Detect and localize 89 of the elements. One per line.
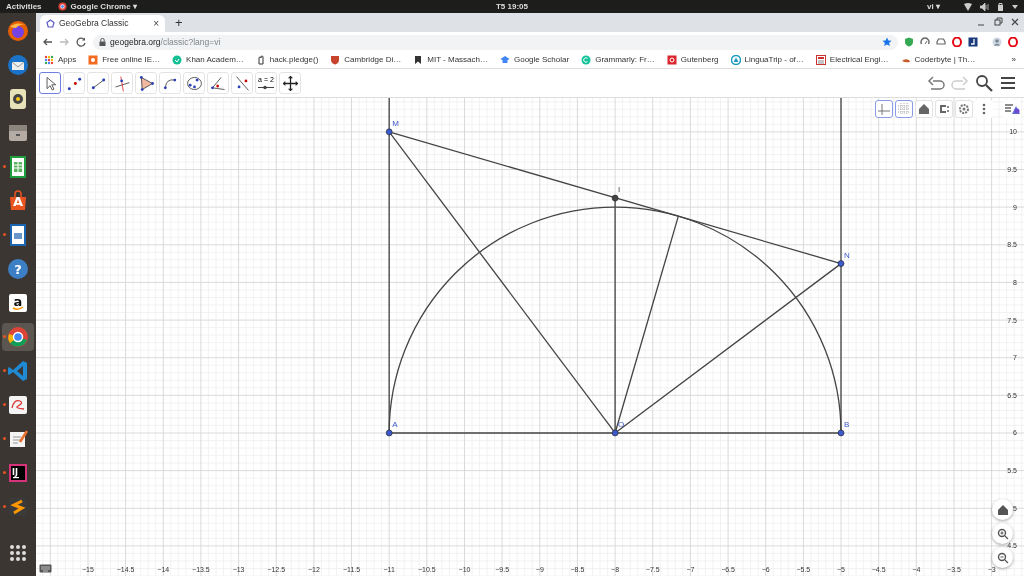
caret-icon[interactable] <box>1012 4 1018 9</box>
bookmark-link[interactable]: Cambridge Di… <box>344 54 402 66</box>
bookmark-link[interactable]: Apps <box>58 54 77 66</box>
site-icon[interactable] <box>413 55 424 65</box>
undo-icon[interactable] <box>927 75 945 91</box>
square-icon[interactable] <box>968 37 978 47</box>
bookmark-link[interactable]: MIT - Massach… <box>427 54 488 66</box>
point-label: M <box>392 118 399 128</box>
bookmark-link[interactable]: LinguaTrip - of… <box>744 54 804 66</box>
point-marker[interactable] <box>611 194 619 202</box>
slider-icon <box>258 85 274 90</box>
site-icon[interactable] <box>255 55 266 65</box>
settings-button[interactable] <box>955 100 973 118</box>
bookmark-link[interactable]: Gutenberg <box>680 54 719 66</box>
zoom-in-button[interactable] <box>992 523 1013 544</box>
point-label: O <box>618 420 625 429</box>
point-label: I <box>618 185 621 195</box>
move-arrows-icon <box>280 73 300 93</box>
search-icon[interactable] <box>975 74 993 92</box>
grid-toggle[interactable] <box>895 100 913 118</box>
bookmark-link[interactable]: Google Scholar <box>514 54 570 66</box>
home-view-icon <box>996 503 1009 516</box>
code-editor-icon[interactable] <box>6 495 30 519</box>
point-label: B <box>844 420 850 429</box>
point-marker[interactable] <box>385 429 393 437</box>
browser-icon <box>57 2 67 11</box>
clock-text[interactable]: T5 19:05 <box>496 1 528 11</box>
browser-tab[interactable]: GeoGebra Classic × <box>40 15 165 32</box>
help-icon[interactable]: ? <box>6 257 30 281</box>
avatar-icon[interactable] <box>992 37 1002 47</box>
language-indicator[interactable]: vi ▾ <box>927 2 940 11</box>
battery-icon[interactable] <box>997 2 1004 11</box>
code-editor-icon[interactable] <box>6 359 30 383</box>
ide-icon[interactable]: IJ <box>6 461 30 485</box>
bookmark-link[interactable]: Coderbyte | Th… <box>914 54 976 66</box>
tab-close-button[interactable]: × <box>153 18 159 29</box>
activities-button[interactable]: Activities <box>6 2 42 11</box>
gauge-icon[interactable] <box>920 37 930 47</box>
address-field[interactable]: geogebra.org/classic?lang=vi <box>93 34 898 50</box>
signature-icon[interactable] <box>6 393 30 417</box>
home-icon <box>918 103 930 115</box>
keyboard-icon[interactable] <box>39 564 52 574</box>
wifi-icon[interactable] <box>964 2 972 11</box>
home-view-button[interactable] <box>992 499 1013 520</box>
close-icon[interactable] <box>1010 17 1020 27</box>
restore-icon[interactable] <box>993 17 1003 27</box>
settings-icon <box>958 103 970 115</box>
point-marker[interactable] <box>837 429 845 437</box>
reload-icon[interactable] <box>76 37 87 47</box>
zoom-in-icon <box>996 527 1009 540</box>
lock-icon <box>99 38 106 46</box>
fox-globe-icon[interactable] <box>6 19 30 43</box>
bookmark-link[interactable]: hack.pledge() <box>269 54 319 66</box>
copy-style-button[interactable] <box>935 100 953 118</box>
tab-title: GeoGebra Classic <box>59 17 130 30</box>
bookmark-link[interactable]: Khan Academ… <box>186 54 244 66</box>
geometry-icon <box>46 19 55 28</box>
copy-style-icon <box>938 103 950 115</box>
home-button[interactable] <box>915 100 933 118</box>
more-bookmarks-button[interactable]: » <box>1011 54 1016 66</box>
grid-icon <box>898 103 910 115</box>
new-tab-button[interactable]: + <box>175 16 183 29</box>
menu-icon[interactable] <box>999 75 1017 91</box>
app-menu[interactable]: Google Chrome ▾ <box>70 2 137 11</box>
zoom-out-button[interactable] <box>992 547 1013 568</box>
zoom-out-icon <box>996 551 1009 564</box>
point-label: A <box>392 420 398 429</box>
star-icon[interactable] <box>882 37 892 47</box>
bookmark-link[interactable]: Free online IE… <box>102 54 161 66</box>
list-shapes-icon <box>1004 103 1020 115</box>
back-arrow-icon[interactable] <box>42 37 53 47</box>
bookmark-link[interactable]: Electrical Engi… <box>829 54 889 66</box>
letter-icon[interactable]: a <box>6 291 30 315</box>
point-marker[interactable] <box>385 128 393 136</box>
bookmark-link[interactable]: Grammarly: Fr… <box>595 54 655 66</box>
axes-toggle[interactable] <box>875 100 893 118</box>
apps-grid-icon[interactable] <box>44 55 54 65</box>
url-text: geogebra.org/classic?lang=vi <box>110 35 222 49</box>
volume-icon[interactable] <box>980 2 989 11</box>
shield-icon[interactable] <box>904 37 914 47</box>
point-marker[interactable] <box>611 429 619 437</box>
ring-icon[interactable] <box>1008 37 1018 47</box>
algebra-view-button[interactable] <box>1003 100 1021 118</box>
axes-icon <box>878 103 890 115</box>
car-icon[interactable] <box>936 37 946 47</box>
mail-icon[interactable] <box>6 53 30 77</box>
ring-icon[interactable] <box>952 37 962 47</box>
point-label: N <box>844 250 850 260</box>
point-marker[interactable] <box>837 260 845 267</box>
